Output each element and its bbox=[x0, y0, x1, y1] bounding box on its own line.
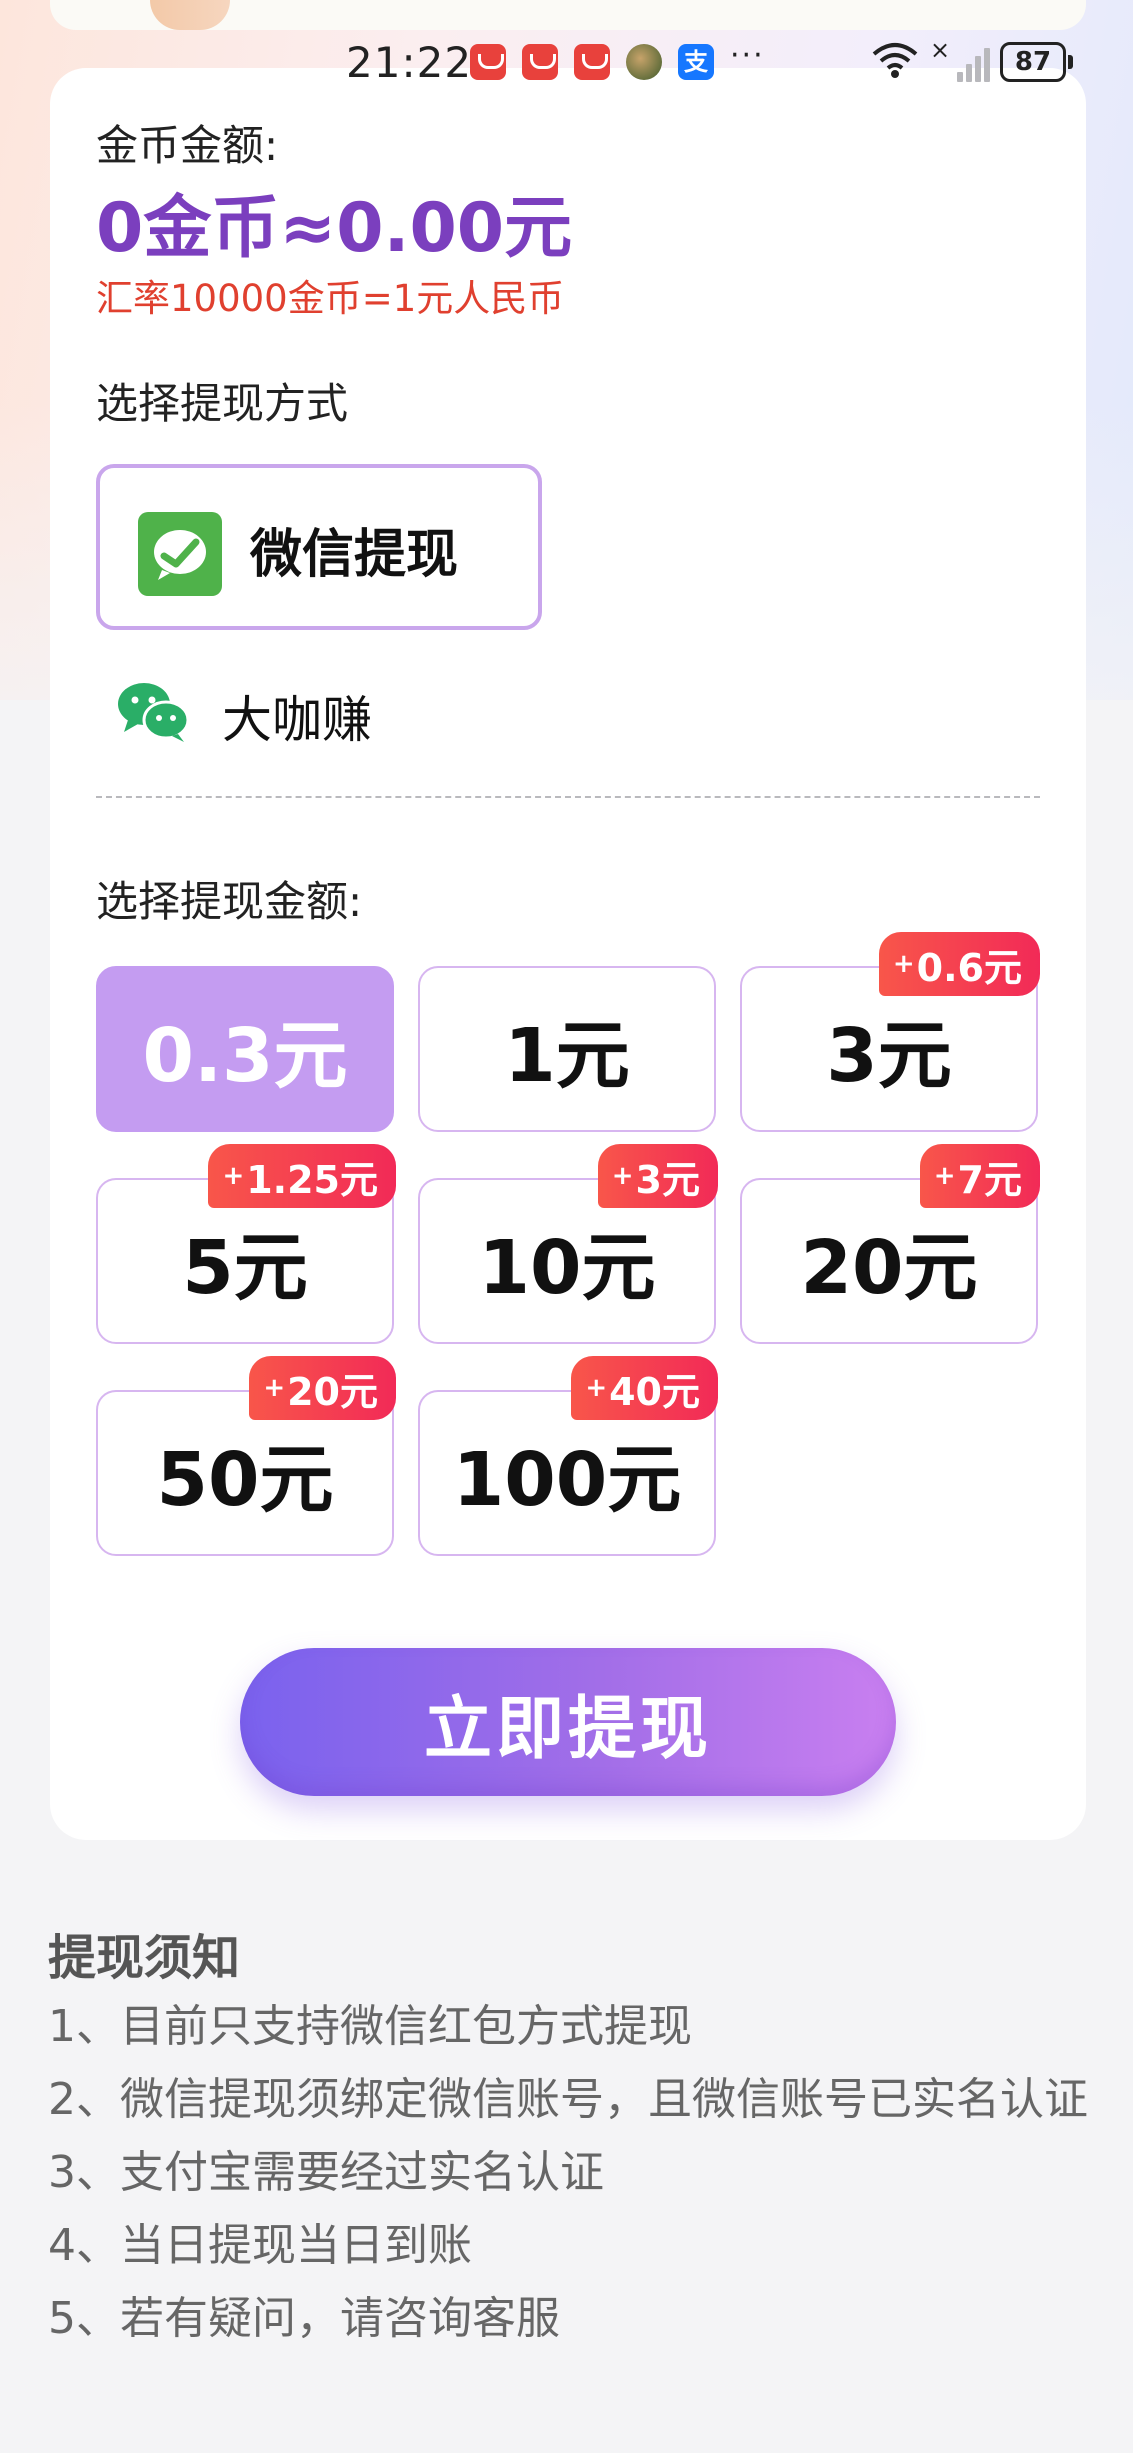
withdraw-amount-label: 选择提现金额: bbox=[96, 877, 363, 926]
notice-item: 1、目前只支持微信红包方式提现 bbox=[48, 2001, 692, 2052]
bonus-badge: +1.25元 bbox=[208, 1144, 396, 1208]
wechat-pay-icon bbox=[138, 512, 222, 596]
withdraw-notice-title: 提现须知 bbox=[48, 1930, 241, 1986]
notice-item: 3、支付宝需要经过实名认证 bbox=[48, 2147, 604, 2198]
bonus-plus-sign: + bbox=[892, 949, 915, 979]
amount-option[interactable]: 10元 +3元 bbox=[418, 1144, 718, 1344]
amount-option[interactable]: 0.3元 bbox=[96, 966, 394, 1132]
wechat-account-name: 大咖赚 bbox=[222, 691, 372, 749]
wechat-withdraw-option[interactable]: 微信提现 bbox=[96, 464, 542, 630]
amount-option[interactable]: 1元 bbox=[418, 966, 716, 1132]
wechat-withdraw-label: 微信提现 bbox=[250, 525, 459, 585]
bonus-value: 7元 bbox=[957, 1157, 1022, 1202]
withdraw-card: 金币金额: 0金币≈0.00元 汇率10000金币=1元人民币 选择提现方式 微… bbox=[50, 68, 1086, 1840]
no-signal-icon: × bbox=[930, 36, 951, 64]
withdraw-now-button[interactable]: 立即提现 bbox=[240, 1648, 896, 1796]
bonus-value: 20元 bbox=[287, 1369, 378, 1414]
amount-option[interactable]: 100元 +40元 bbox=[418, 1356, 718, 1556]
notice-item: 4、当日提现当日到账 bbox=[48, 2220, 472, 2271]
bonus-plus-sign: + bbox=[585, 1373, 608, 1403]
wechat-icon bbox=[114, 680, 194, 748]
notice-item: 5、若有疑问，请咨询客服 bbox=[48, 2293, 560, 2344]
status-bar: 21:22 支 ··· × 87 bbox=[0, 28, 1133, 98]
bonus-value: 3元 bbox=[635, 1157, 700, 1202]
withdraw-method-label: 选择提现方式 bbox=[96, 379, 349, 428]
bonus-value: 0.6元 bbox=[916, 945, 1022, 990]
bonus-plus-sign: + bbox=[933, 1161, 956, 1191]
amount-option[interactable]: 5元 +1.25元 bbox=[96, 1144, 396, 1344]
coin-amount-label: 金币金额: bbox=[96, 121, 279, 170]
battery-icon: 87 bbox=[1000, 42, 1073, 82]
notice-item: 2、微信提现须绑定微信账号，且微信账号已实名认证 bbox=[48, 2074, 1088, 2125]
bonus-plus-sign: + bbox=[611, 1161, 634, 1191]
status-clock: 21:22 bbox=[346, 38, 473, 87]
banner-decoration bbox=[150, 0, 230, 30]
alipay-icon: 支 bbox=[678, 44, 714, 80]
huawei-store-icon bbox=[522, 44, 558, 80]
bonus-badge: +0.6元 bbox=[878, 932, 1040, 996]
amount-option-label: 0.3元 bbox=[142, 1012, 348, 1099]
section-divider bbox=[96, 796, 1040, 798]
app-notification-icon bbox=[626, 44, 662, 80]
amount-option[interactable]: 20元 +7元 bbox=[740, 1144, 1040, 1344]
bonus-value: 1.25元 bbox=[246, 1157, 378, 1202]
amount-option[interactable]: 50元 +20元 bbox=[96, 1356, 396, 1556]
huawei-store-icon bbox=[574, 44, 610, 80]
bonus-badge: +7元 bbox=[919, 1144, 1040, 1208]
withdraw-notice-list: 1、目前只支持微信红包方式提现 2、微信提现须绑定微信账号，且微信账号已实名认证… bbox=[48, 1990, 1088, 2355]
coin-amount-value: 0金币≈0.00元 bbox=[96, 189, 573, 268]
bonus-value: 40元 bbox=[609, 1369, 700, 1414]
amount-option[interactable]: 3元 +0.6元 bbox=[740, 932, 1040, 1132]
bonus-plus-sign: + bbox=[263, 1373, 286, 1403]
signal-bars-icon bbox=[955, 46, 995, 82]
top-banner-edge bbox=[50, 0, 1086, 30]
wifi-icon bbox=[870, 40, 920, 85]
huawei-store-icon bbox=[470, 44, 506, 80]
bonus-plus-sign: + bbox=[222, 1161, 245, 1191]
bonus-badge: +3元 bbox=[597, 1144, 718, 1208]
bonus-badge: +20元 bbox=[249, 1356, 396, 1420]
exchange-rate-text: 汇率10000金币=1元人民币 bbox=[96, 277, 565, 320]
amount-option-label: 1元 bbox=[504, 1012, 630, 1099]
more-notifications-icon: ··· bbox=[730, 38, 765, 73]
bonus-badge: +40元 bbox=[571, 1356, 718, 1420]
wechat-account-row: 大咖赚 bbox=[96, 674, 996, 754]
